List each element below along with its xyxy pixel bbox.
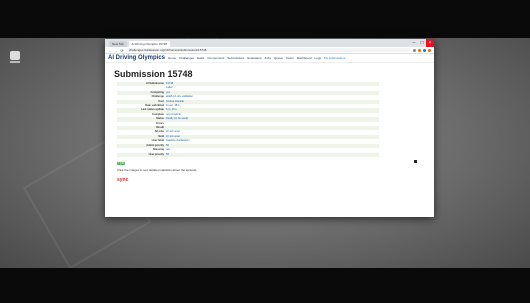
back-icon[interactable]: ←	[108, 48, 112, 53]
nav-evals[interactable]: Evals	[197, 56, 204, 60]
nav-users[interactable]: Users	[286, 56, 294, 60]
reload-icon[interactable]: ⟳	[120, 48, 124, 53]
mouse-cursor	[414, 160, 417, 163]
nav-home[interactable]: Home	[168, 56, 176, 60]
letterbox-top	[0, 0, 530, 38]
row-key: User priority	[117, 152, 165, 157]
jobs-count: 1 jobs	[117, 161, 428, 165]
tab-submission[interactable]: AI Driving Olympics 15748	[128, 41, 170, 47]
table-row: User priority 50	[117, 152, 379, 157]
window-controls: – □ ×	[410, 39, 434, 47]
address-bar: ← → ⟳ challenges.duckietown.org/v4/human…	[105, 47, 434, 54]
jobs-badge: 1 jobs	[117, 161, 126, 165]
nav-my-submissions[interactable]: My submissions	[324, 56, 345, 60]
extension-icon[interactable]	[418, 48, 421, 52]
extension-icon[interactable]	[413, 48, 416, 52]
nav-jobs[interactable]: Jobs	[265, 56, 271, 60]
forward-icon[interactable]: →	[114, 48, 118, 53]
profile-icon[interactable]	[428, 48, 431, 52]
nav-queue[interactable]: Queue	[274, 56, 283, 60]
close-button[interactable]: ×	[426, 39, 434, 47]
nav-challenges[interactable]: Challenges	[179, 56, 194, 60]
sync-heading: sync	[117, 176, 129, 183]
extension-icon[interactable]	[423, 48, 426, 52]
tab-new[interactable]: New Tab	[109, 41, 127, 47]
maximize-button[interactable]: □	[418, 39, 426, 47]
minimize-button[interactable]: –	[410, 39, 418, 47]
nav-submissions[interactable]: Submissions	[227, 56, 244, 60]
nav-logs[interactable]: Logs	[315, 56, 322, 60]
site-navbar: AI Driving Olympics Home Challenges Eval…	[105, 54, 434, 63]
url-input[interactable]: challenges.duckietown.org/v4/humans/subm…	[126, 48, 411, 52]
browser-window: New Tab AI Driving Olympics 15748 – □ × …	[105, 39, 434, 217]
page-title: Submission 15748	[114, 69, 193, 79]
desktop-file-icon[interactable]	[10, 51, 20, 63]
nav-evaluators[interactable]: Evaluators	[247, 56, 261, 60]
desktop-icon-label	[10, 61, 20, 63]
submission-details-table: AI Submission 15748 Label Competing yes Chall…	[117, 82, 379, 157]
nav-dashboard[interactable]: Dashboard	[297, 56, 312, 60]
document-icon	[10, 51, 20, 60]
site-title[interactable]: AI Driving Olympics	[108, 55, 165, 61]
tab-bar: New Tab AI Driving Olympics 15748 – □ ×	[105, 39, 434, 47]
hint-text: Click the images to see detailed statist…	[117, 167, 198, 172]
nav-components[interactable]: Components	[207, 56, 224, 60]
row-value[interactable]: 50	[165, 152, 379, 157]
main-content: Submission 15748 AI Submission 15748 Label…	[105, 63, 434, 185]
letterbox-bottom	[0, 268, 530, 303]
